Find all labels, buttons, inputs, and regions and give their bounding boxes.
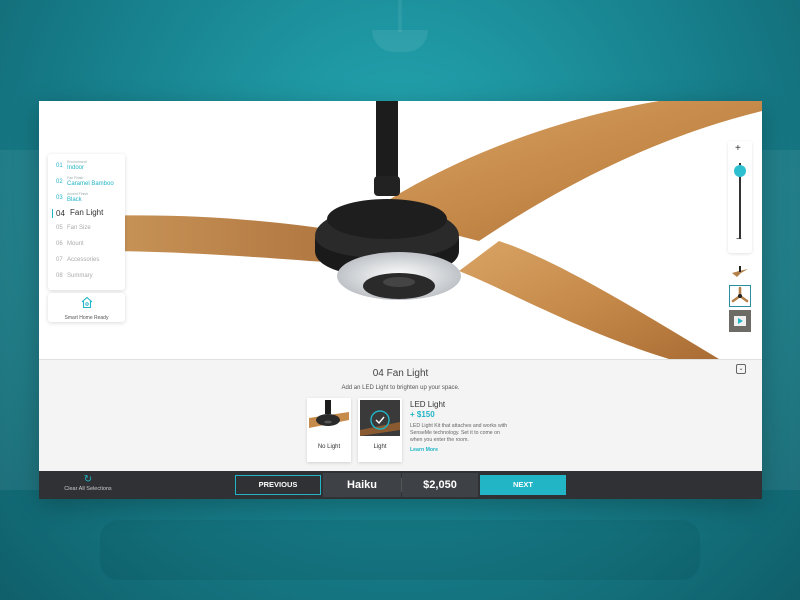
step-navigation: 01 Environment Indoor 02 Fan Finish Carame… xyxy=(48,154,125,290)
product-stage: 01 Environment Indoor 02 Fan Finish Carame… xyxy=(39,101,762,359)
step-accent-finish[interactable]: 03 Accent Finish Black xyxy=(48,190,125,206)
next-button[interactable]: NEXT xyxy=(480,475,566,495)
step-number: 06 xyxy=(56,241,63,247)
step-number: 08 xyxy=(56,273,63,279)
step-value: Summary xyxy=(67,273,93,279)
option-details: LED Light + $150 LED Light Kit that atta… xyxy=(410,400,510,453)
previous-button[interactable]: PREVIOUS xyxy=(235,475,321,495)
panel-subtitle: Add an LED Light to brighten up your spa… xyxy=(341,385,460,391)
background-window-right xyxy=(760,150,800,490)
view-thumbnail-video[interactable] xyxy=(729,310,751,332)
option-light[interactable]: Light xyxy=(358,398,402,462)
step-number: 02 xyxy=(56,179,63,185)
ceiling-fan-image xyxy=(99,101,762,359)
panel-title: 04 Fan Light xyxy=(372,368,429,379)
step-fan-finish[interactable]: 02 Fan Finish Caramel Bamboo xyxy=(48,174,125,190)
option-no-light[interactable]: No Light xyxy=(307,398,351,462)
clear-all-button[interactable]: ↻ Clear All Selections xyxy=(53,474,123,493)
step-value: Fan Light xyxy=(70,208,104,217)
option-label: Light xyxy=(373,444,387,450)
learn-more-link[interactable]: Learn More xyxy=(410,447,510,453)
configurator-window: 01 Environment Indoor 02 Fan Finish Carame… xyxy=(39,101,762,499)
zoom-slider-handle[interactable] xyxy=(734,164,746,177)
zoom-in-button[interactable]: + xyxy=(735,144,741,154)
step-value: Black xyxy=(67,196,82,203)
collapse-panel-button[interactable]: ⌄ xyxy=(736,364,746,374)
step-value: Mount xyxy=(67,241,84,247)
view-thumbnail-side[interactable] xyxy=(729,261,751,283)
step-number: 04 xyxy=(56,208,65,218)
no-light-image xyxy=(309,400,349,436)
step-fan-size[interactable]: 05 Fan Size xyxy=(48,220,125,236)
zoom-out-button[interactable]: − xyxy=(736,235,742,245)
view-thumbnail-bottom[interactable] xyxy=(729,285,751,307)
option-price: + $150 xyxy=(410,410,435,419)
option-description: LED Light Kit that attaches and works wi… xyxy=(410,423,508,443)
house-icon xyxy=(81,296,92,309)
step-summary[interactable]: 08 Summary xyxy=(48,268,125,284)
background-sofa xyxy=(100,520,700,580)
model-name: Haiku xyxy=(323,473,401,497)
smart-home-badge[interactable]: Smart Home Ready xyxy=(48,293,125,322)
step-number: 05 xyxy=(56,225,63,231)
smart-home-label: Smart Home Ready xyxy=(64,315,109,321)
option-label: No Light xyxy=(317,444,341,450)
fan-side-icon xyxy=(732,266,748,277)
step-value: Indoor xyxy=(67,164,85,171)
step-number: 03 xyxy=(56,195,63,201)
option-title: LED Light xyxy=(410,400,446,409)
play-icon xyxy=(729,310,751,332)
light-image xyxy=(360,400,400,436)
fan-bottom-icon xyxy=(731,286,749,303)
step-accessories[interactable]: 07 Accessories xyxy=(48,252,125,268)
refresh-icon: ↻ xyxy=(83,474,93,485)
background-lamp-cord xyxy=(398,0,402,32)
step-mount[interactable]: 06 Mount xyxy=(48,236,125,252)
background-window-left xyxy=(0,150,40,490)
step-value: Fan Size xyxy=(67,225,91,231)
total-price: $2,050 xyxy=(402,473,478,497)
background-lamp xyxy=(372,30,428,52)
step-value: Accessories xyxy=(67,257,100,263)
step-value: Caramel Bamboo xyxy=(67,180,114,187)
step-number: 01 xyxy=(56,163,63,169)
options-panel: 04 Fan Light ⌄ Add an LED Light to brigh… xyxy=(39,359,762,471)
step-environment[interactable]: 01 Environment Indoor xyxy=(48,158,125,174)
zoom-control: + − xyxy=(728,141,752,253)
footer-bar: ↻ Clear All Selections PREVIOUS Haiku $2… xyxy=(39,471,762,499)
clear-all-label: Clear All Selections xyxy=(64,486,112,492)
step-number: 07 xyxy=(56,257,63,263)
step-fan-light[interactable]: 04 Fan Light xyxy=(48,206,125,220)
chevron-down-icon: ⌄ xyxy=(738,366,744,372)
